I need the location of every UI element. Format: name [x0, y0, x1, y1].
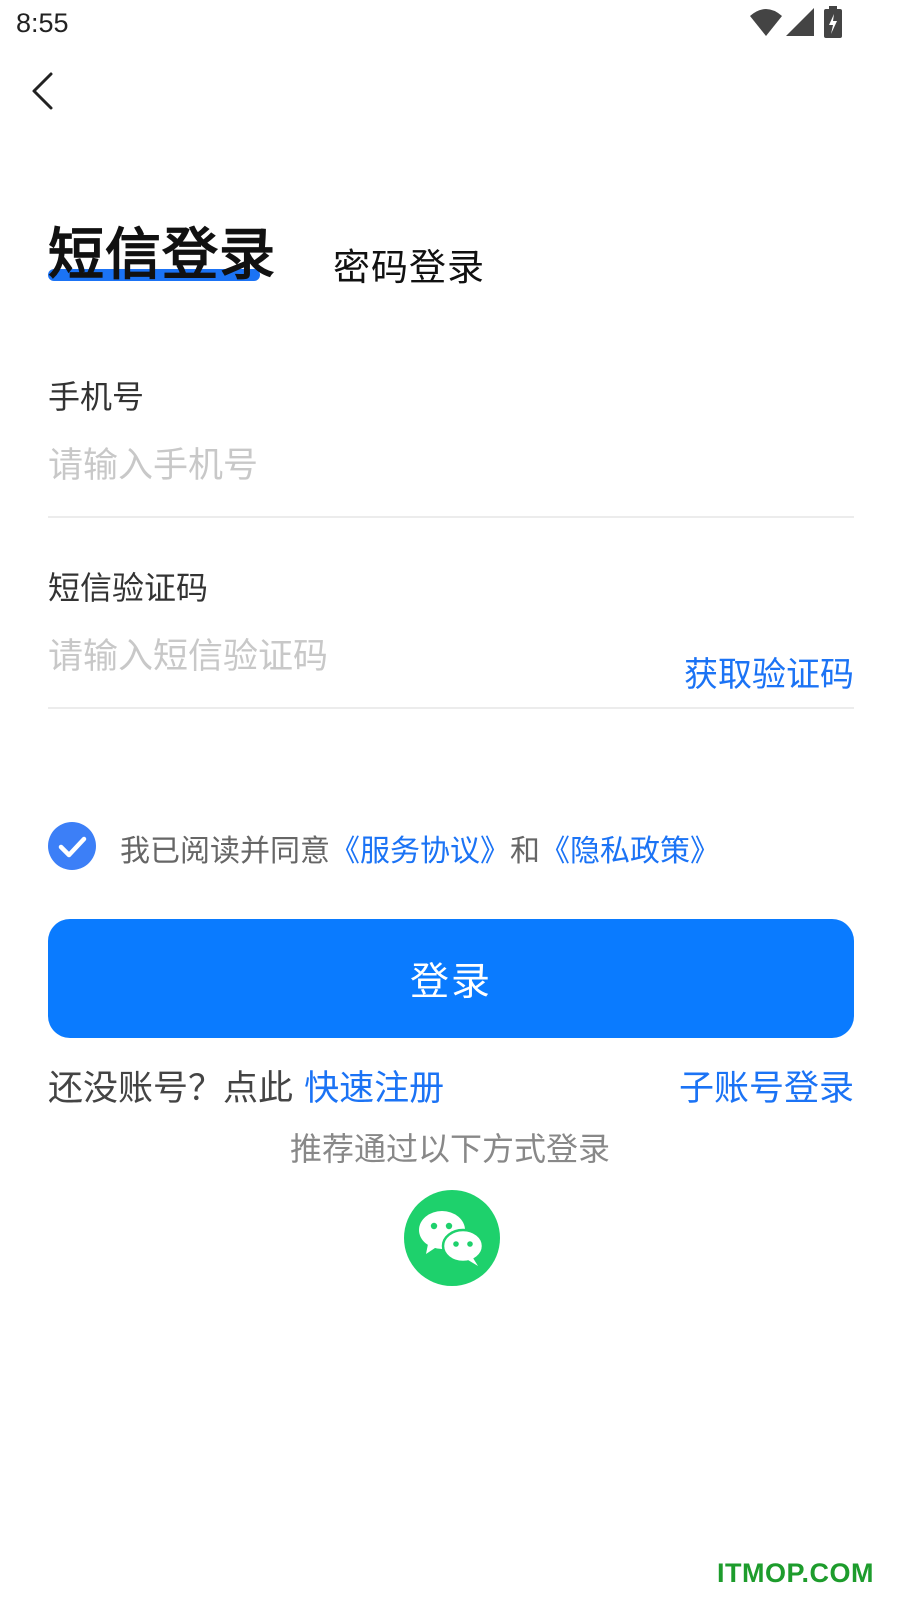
- checkmark-icon: [58, 836, 87, 858]
- status-time: 8:55: [16, 8, 69, 38]
- sms-code-label: 短信验证码: [48, 569, 209, 607]
- sub-account-login-link[interactable]: 子账号登录: [679, 1060, 854, 1111]
- tab-password-login[interactable]: 密码登录: [333, 237, 485, 291]
- back-button[interactable]: [24, 68, 68, 116]
- wechat-icon: [419, 1211, 485, 1266]
- service-agreement-link[interactable]: 《服务协议》: [330, 834, 510, 869]
- login-button[interactable]: 登录: [48, 919, 854, 1038]
- agreement-prefix: 我已阅读并同意: [120, 834, 330, 869]
- phone-label: 手机号: [48, 378, 145, 416]
- wifi-icon: [750, 9, 782, 36]
- register-row: 还没账号？点此 快速注册: [48, 1060, 444, 1111]
- get-code-button[interactable]: 获取验证码: [684, 647, 854, 696]
- phone-input[interactable]: [48, 436, 648, 496]
- agreement-checkbox[interactable]: [48, 822, 96, 870]
- watermark: ITMOP.COM: [716, 1558, 874, 1588]
- phone-divider: [48, 516, 854, 518]
- sms-code-divider: [48, 707, 854, 709]
- register-prompt: 还没账号？点此: [48, 1069, 294, 1109]
- login-screen: 8:55 短信登录 密码登录 手机号 短信验证码 获取验证码: [0, 0, 900, 1600]
- sms-code-input[interactable]: [48, 627, 648, 687]
- alt-login-hint: 推荐通过以下方式登录: [289, 1130, 610, 1168]
- status-bar: 8:55: [0, 0, 900, 50]
- quick-register-link[interactable]: 快速注册: [304, 1069, 444, 1109]
- wechat-login-button[interactable]: [404, 1190, 500, 1286]
- agreement-and: 和: [510, 834, 540, 869]
- battery-charging-icon: [824, 6, 842, 38]
- cellular-signal-icon: [786, 8, 814, 36]
- chevron-left-icon: [32, 72, 53, 110]
- privacy-policy-link[interactable]: 《隐私政策》: [540, 834, 720, 869]
- tab-sms-login[interactable]: 短信登录: [48, 210, 276, 291]
- agreement-text: 我已阅读并同意《服务协议》和《隐私政策》: [120, 826, 720, 870]
